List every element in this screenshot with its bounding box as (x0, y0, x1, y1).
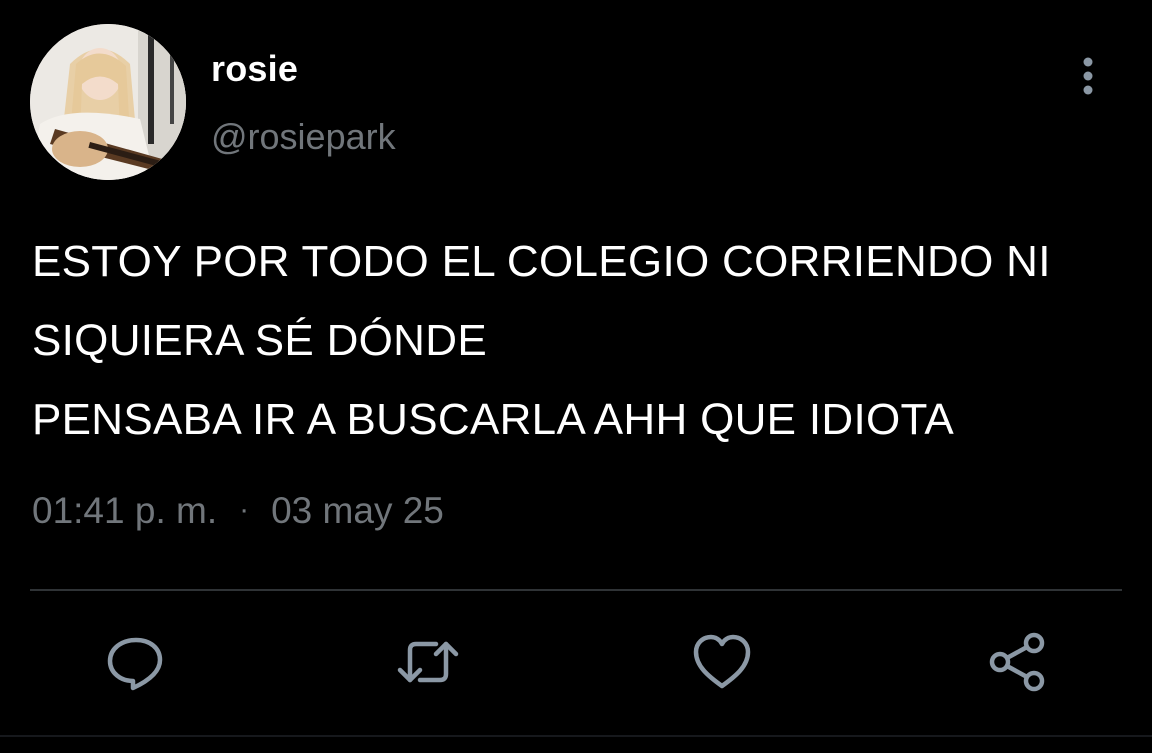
retweet-icon (397, 641, 459, 683)
tweet-detail: rosie @rosiepark ESTOY POR TODO EL COLEG… (0, 0, 1152, 753)
divider (0, 735, 1152, 737)
tweet-date: 03 may 25 (271, 490, 444, 531)
like-icon (693, 634, 751, 689)
like-button[interactable] (690, 630, 754, 694)
meta-separator: · (239, 493, 250, 526)
tweet-timestamp[interactable]: 01:41 p. m. · 03 may 25 (32, 490, 444, 532)
tweet-text-line: SIQUIERA SÉ DÓNDE (32, 316, 487, 365)
tweet-text-line: ESTOY POR TODO EL COLEGIO CORRIENDO NI (32, 237, 1051, 286)
more-options-button[interactable] (1066, 52, 1110, 100)
divider (30, 589, 1122, 591)
share-icon (989, 632, 1045, 692)
avatar[interactable] (30, 24, 186, 180)
tweet-time: 01:41 p. m. (32, 490, 218, 531)
reply-button[interactable] (104, 630, 168, 694)
more-vertical-icon (1083, 57, 1093, 95)
retweet-button[interactable] (396, 630, 460, 694)
reply-icon (107, 637, 163, 691)
tweet-text: ESTOY POR TODO EL COLEGIO CORRIENDO NI S… (32, 222, 1132, 459)
tweet-text-line: PENSABA IR A BUSCARLA AHH QUE IDIOTA (32, 395, 955, 444)
share-button[interactable] (986, 630, 1050, 694)
user-handle[interactable]: @rosiepark (211, 116, 396, 158)
display-name[interactable]: rosie (211, 48, 298, 90)
